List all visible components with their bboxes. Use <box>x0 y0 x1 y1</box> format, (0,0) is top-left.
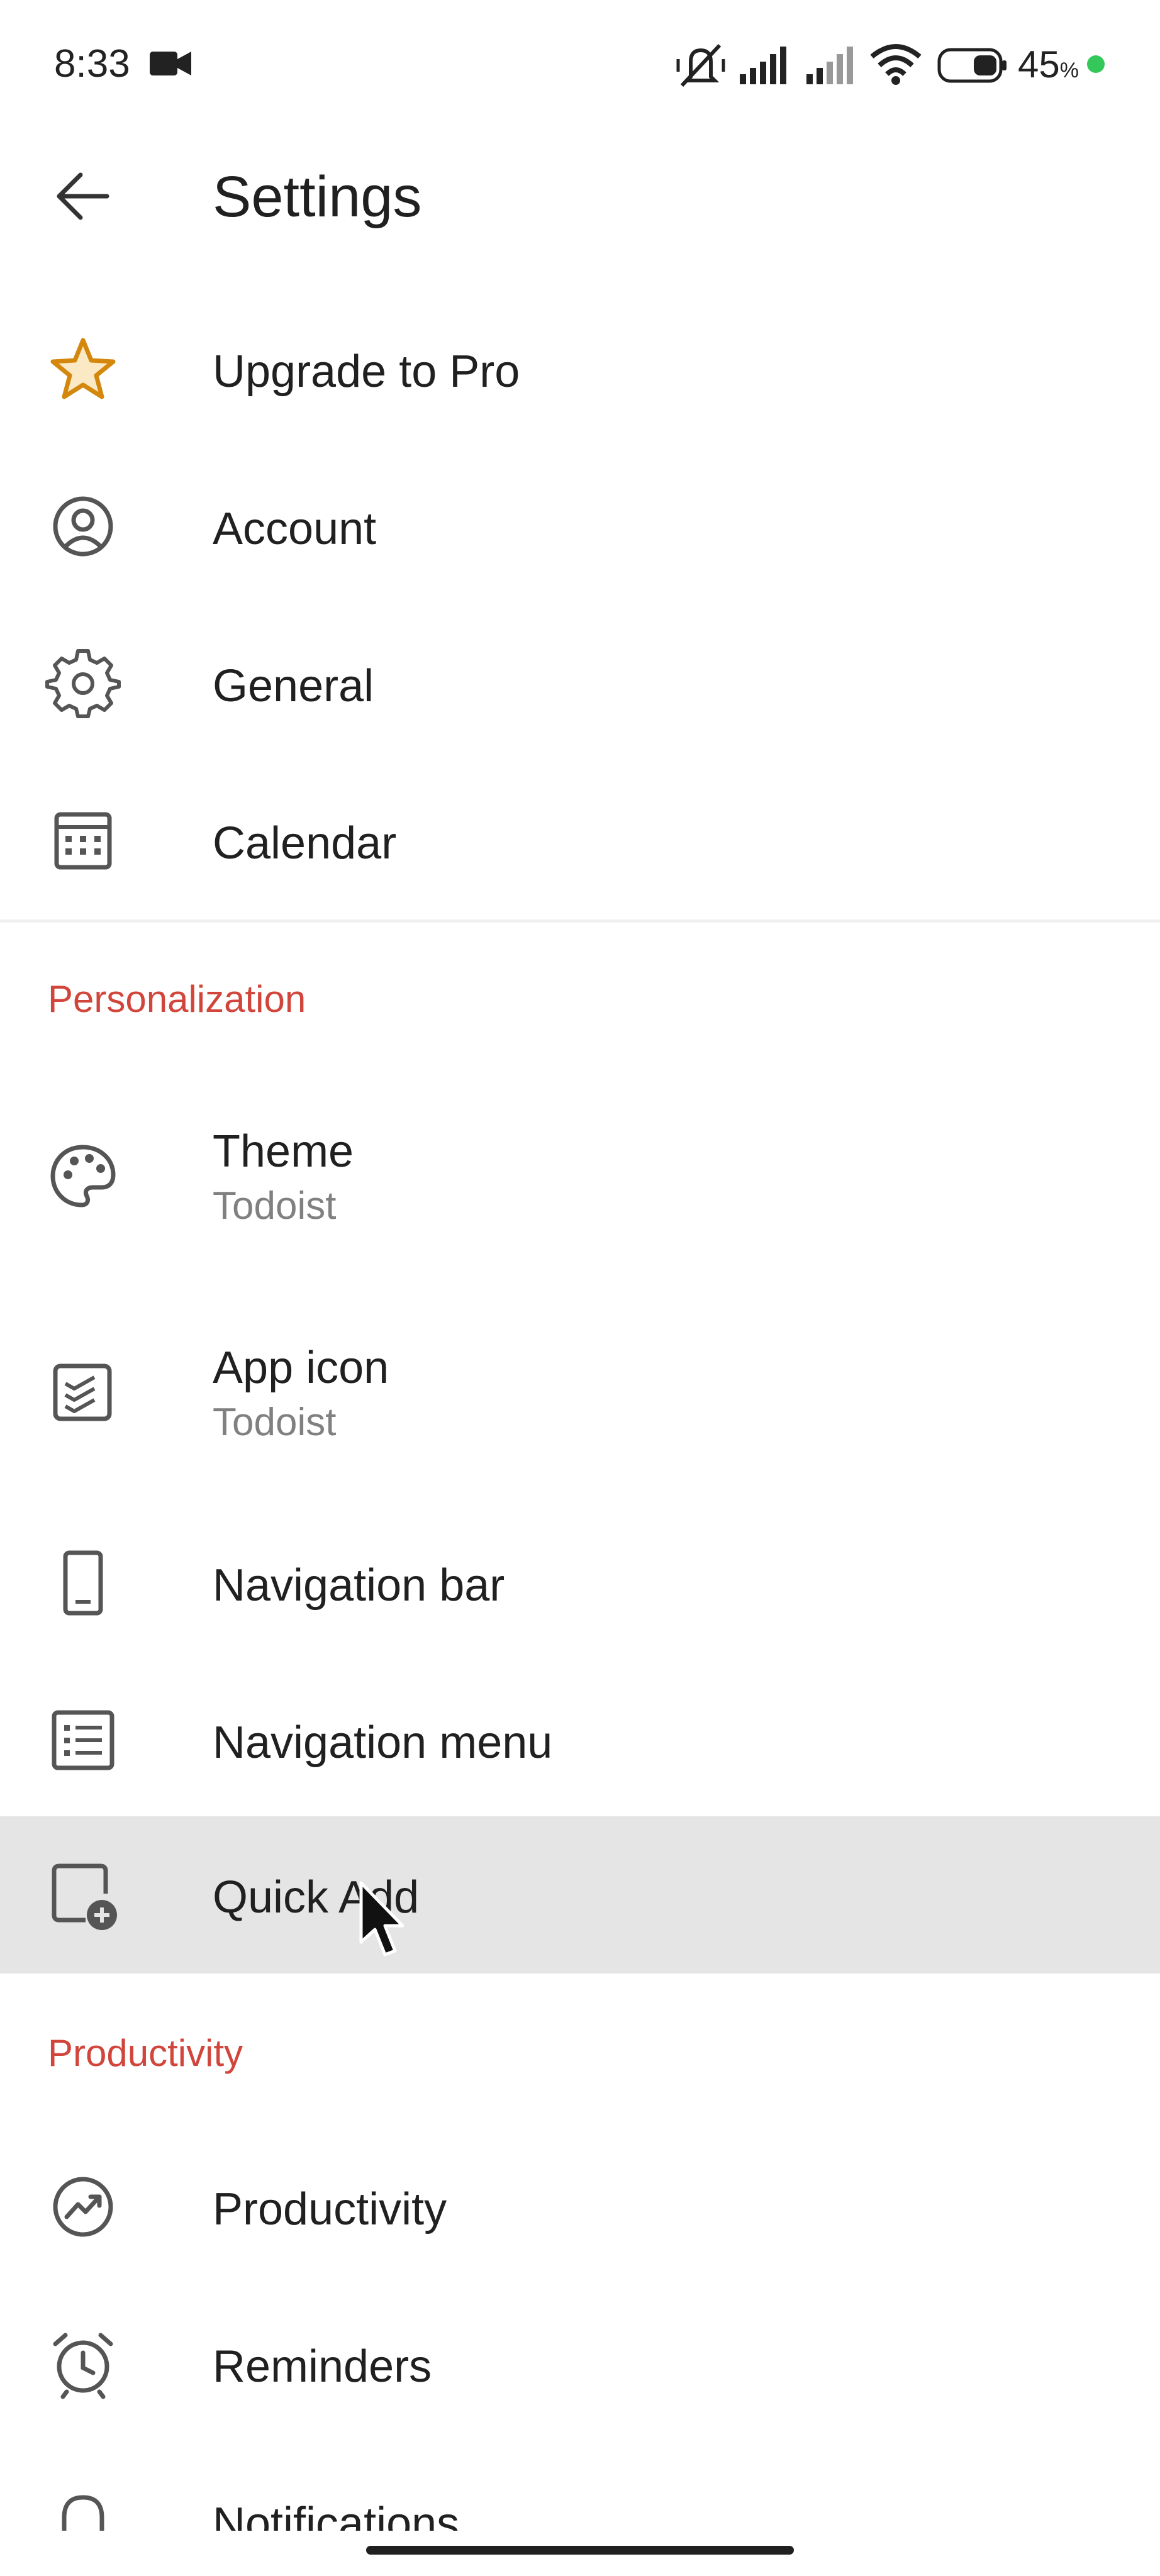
settings-item-navigation-bar[interactable]: Navigation bar <box>0 1542 1160 1624</box>
star-icon <box>50 338 116 399</box>
wifi-icon <box>870 44 922 85</box>
settings-item-label: Reminders <box>213 2341 432 2392</box>
mute-icon <box>676 43 725 87</box>
productivity-icon <box>53 2177 113 2237</box>
settings-item-value: Todoist <box>213 1184 337 1228</box>
app-icon-icon <box>53 1363 112 1421</box>
settings-item-quick-add[interactable]: Quick Add <box>0 1816 1160 1974</box>
quick-add-icon <box>52 1863 117 1930</box>
settings-item-general[interactable]: General <box>0 643 1160 724</box>
back-arrow-icon[interactable] <box>52 165 114 228</box>
gear-icon <box>45 649 121 718</box>
settings-item-navigation-menu[interactable]: Navigation menu <box>0 1699 1160 1781</box>
settings-item-label: Notifications <box>213 2499 460 2531</box>
account-icon <box>53 496 113 557</box>
settings-item-label: Theme <box>213 1126 354 1177</box>
settings-item-label: General <box>213 661 374 711</box>
settings-item-label: Calendar <box>213 818 397 869</box>
page-title: Settings <box>213 165 422 229</box>
alarm-icon <box>53 2333 113 2399</box>
video-icon <box>150 52 191 75</box>
settings-item-upgrade[interactable]: Upgrade to Pro <box>0 328 1160 410</box>
cursor-icon <box>359 1881 404 1957</box>
settings-item-app-icon[interactable]: App icon Todoist <box>0 1328 1160 1454</box>
section-header-productivity: Productivity <box>48 2032 243 2074</box>
settings-item-reminders[interactable]: Reminders <box>0 2323 1160 2405</box>
settings-item-account[interactable]: Account <box>0 486 1160 567</box>
home-gesture-bar[interactable] <box>366 2546 794 2555</box>
settings-item-label: App icon <box>213 1343 389 1393</box>
section-divider <box>0 919 1160 923</box>
bell-icon <box>62 2495 104 2531</box>
settings-item-label: Upgrade to Pro <box>213 347 520 397</box>
settings-item-label: Productivity <box>213 2184 447 2235</box>
signal-icon <box>806 47 853 84</box>
settings-item-value: Todoist <box>213 1401 337 1444</box>
settings-item-calendar[interactable]: Calendar <box>0 800 1160 882</box>
settings-item-productivity[interactable]: Productivity <box>0 2166 1160 2248</box>
section-header-personalization: Personalization <box>48 978 306 1020</box>
signal-icon <box>740 47 786 84</box>
battery-dot <box>1087 55 1105 73</box>
calendar-icon <box>54 812 112 870</box>
settings-item-label: Account <box>213 504 377 554</box>
settings-item-label: Navigation bar <box>213 1560 505 1611</box>
settings-item-theme[interactable]: Theme Todoist <box>0 1113 1160 1239</box>
settings-item-label: Navigation menu <box>213 1718 553 1768</box>
palette-icon <box>50 1145 116 1208</box>
phone-icon <box>63 1550 103 1616</box>
battery-level: 45% <box>1018 43 1079 86</box>
status-time: 8:33 <box>54 42 130 86</box>
status-bar: 8:33 45% <box>0 0 1160 132</box>
list-icon <box>52 1710 114 1770</box>
battery-icon <box>937 48 1007 83</box>
settings-item-notifications[interactable]: Notifications <box>0 2480 1160 2531</box>
